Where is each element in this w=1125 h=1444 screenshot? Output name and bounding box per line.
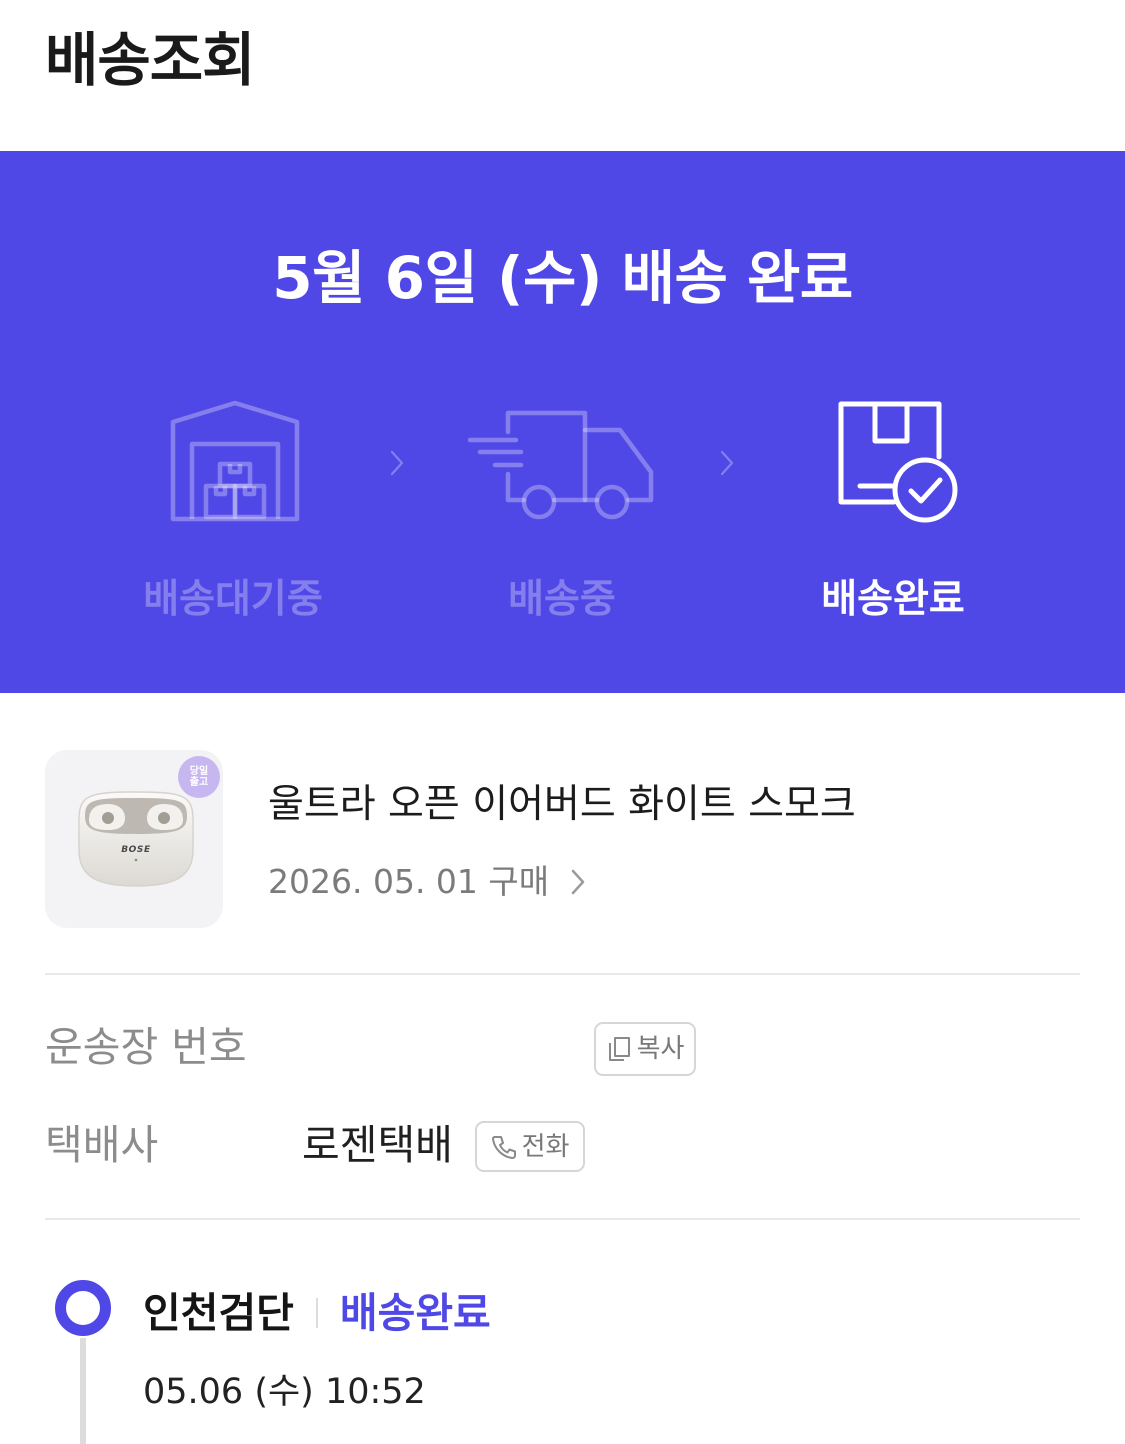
step-delivered: 배송완료: [763, 391, 1023, 631]
step-in-transit: 배송중: [432, 391, 692, 631]
step-label-delivered: 배송완료: [821, 577, 965, 622]
copy-button[interactable]: 복사: [594, 1022, 696, 1076]
timeline-separator: [315, 1298, 318, 1328]
timeline-dot: [55, 1280, 111, 1336]
timeline-entry-header: 인천검단 배송완료: [143, 1285, 491, 1341]
chevron-right-icon: [720, 450, 734, 476]
product-logo: BOSE: [121, 845, 151, 855]
app-header: 배송조회: [0, 0, 1125, 151]
carrier-name: 로젠택배: [302, 1121, 453, 1169]
carrier-label: 택배사: [45, 1121, 159, 1169]
call-button-label: 전화: [521, 1131, 570, 1162]
copy-button-label: 복사: [636, 1034, 685, 1064]
page-title: 배송조회: [45, 26, 255, 94]
phone-icon: [491, 1135, 516, 1159]
badge-line: 당일: [189, 766, 209, 777]
timeline-time: 05.06 (수) 10:52: [143, 1372, 426, 1412]
purchase-date-link[interactable]: 2026. 05. 01 구매: [268, 858, 585, 906]
chevron-right-icon: [390, 450, 404, 476]
call-button[interactable]: 전화: [475, 1121, 585, 1172]
chevron-right-icon: [571, 869, 585, 895]
timeline-location: 인천검단: [143, 1289, 294, 1337]
timeline-status: 배송완료: [339, 1289, 491, 1337]
timeline-line: [80, 1338, 86, 1444]
divider: [45, 973, 1080, 975]
step-waiting: 배송대기중: [103, 391, 363, 631]
product-name: 울트라 오픈 이어버드 화이트 스모크: [268, 782, 856, 827]
badge-line: 출고: [189, 777, 209, 788]
same-day-shipping-badge: 당일 출고: [178, 756, 220, 798]
tracking-number-label: 운송장 번호: [45, 1023, 247, 1071]
delivery-status-banner: 5월 6일 (수) 배송 완료 배송대기중 배송중 배송완료: [0, 151, 1125, 693]
truck-icon: [468, 410, 654, 520]
step-label-in-transit: 배송중: [508, 577, 616, 622]
purchase-date: 2026. 05. 01 구매: [268, 862, 550, 901]
step-label-waiting: 배송대기중: [143, 577, 323, 622]
divider: [45, 1218, 1080, 1220]
copy-icon: [608, 1037, 630, 1061]
box-check-icon: [838, 401, 958, 523]
warehouse-icon: [170, 400, 300, 522]
delivery-status-title: 5월 6일 (수) 배송 완료: [272, 244, 853, 312]
